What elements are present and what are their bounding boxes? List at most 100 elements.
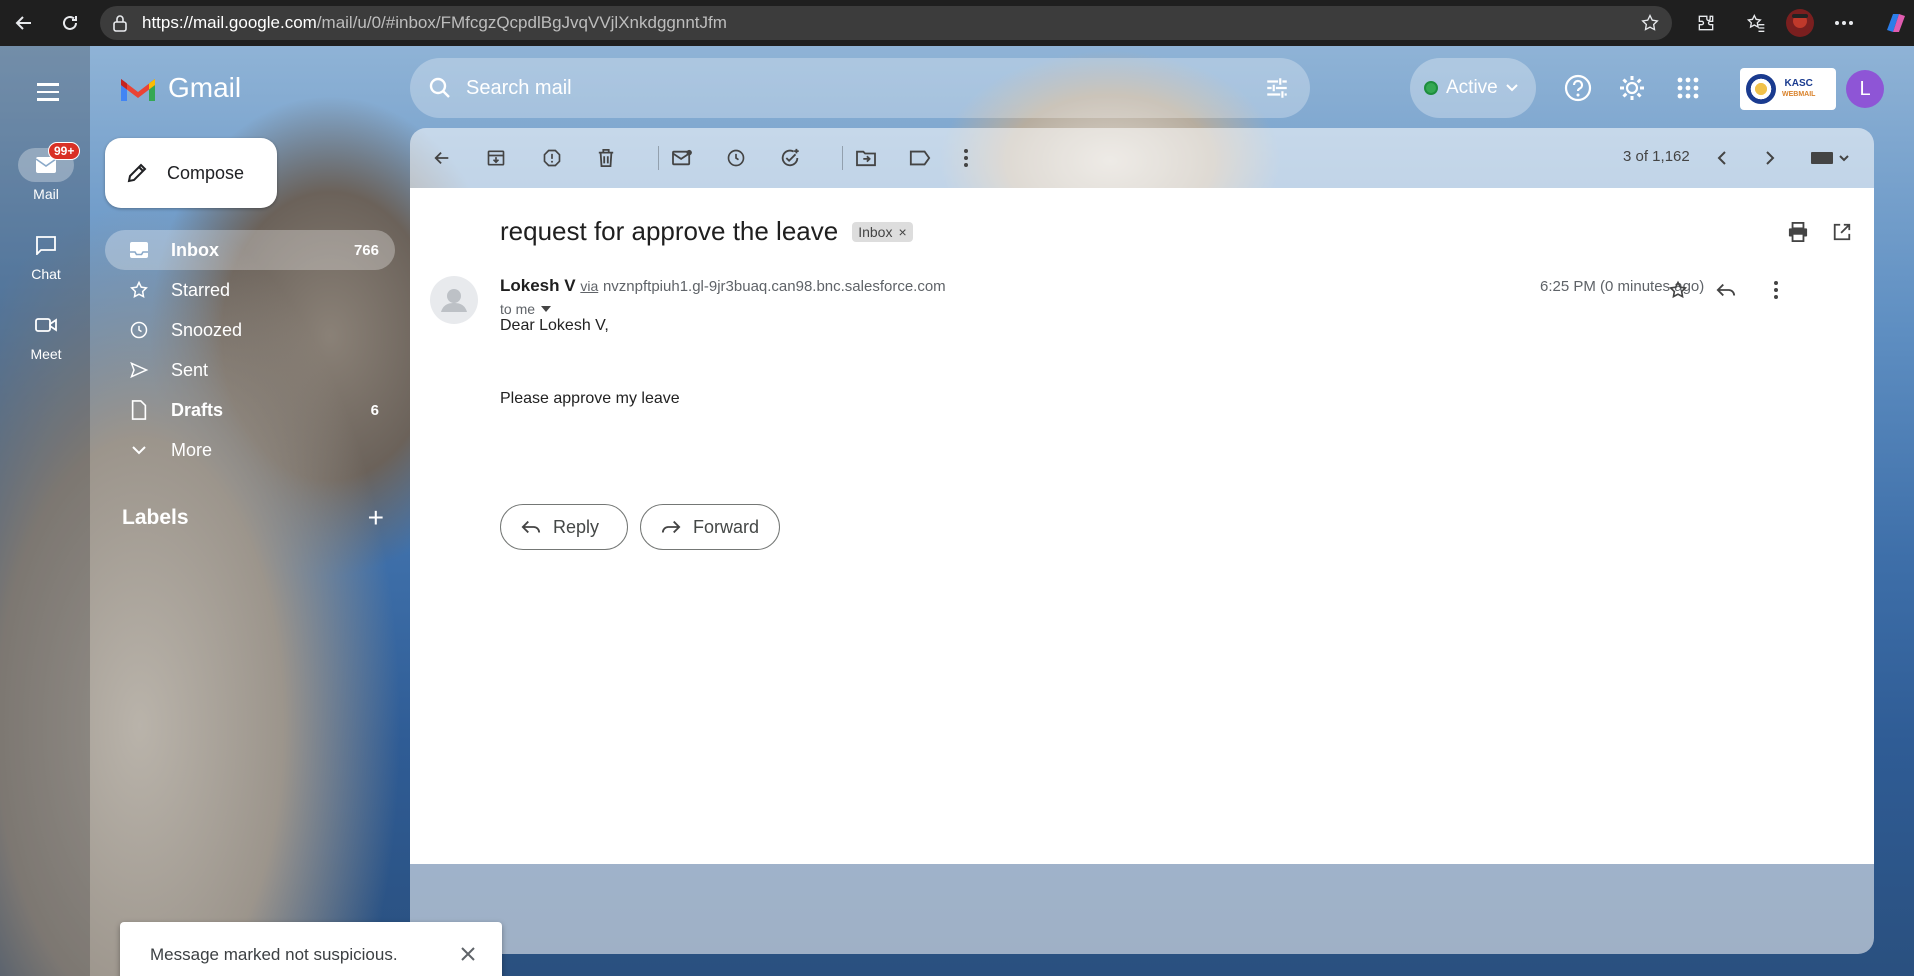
message-greeting: Dear Lokesh V, (500, 317, 609, 334)
sender-email: nvznpftpiuh1.gl-9jr3buaq.can98.bnc.sales… (602, 278, 946, 295)
nav-label-starred: Starred (171, 279, 231, 300)
help-icon[interactable] (1560, 70, 1596, 106)
rail-meet-label: Meet (30, 346, 62, 362)
organization-logo[interactable]: KASC WEBMAIL (1740, 68, 1836, 110)
search-options-icon[interactable] (1264, 75, 1290, 107)
rail-item-mail[interactable]: 99+ Mail (16, 142, 81, 202)
message-body: Please approve my leave (500, 390, 680, 407)
main-menu-icon[interactable] (30, 74, 66, 110)
nav-item-more[interactable]: More (105, 430, 395, 470)
reply-icon[interactable] (1712, 276, 1740, 304)
chat-icon (36, 236, 56, 255)
snackbar-toast: Message marked not suspicious. (120, 922, 502, 976)
compose-label: Compose (167, 162, 245, 183)
search-input[interactable] (466, 76, 1226, 100)
copilot-icon[interactable] (1880, 7, 1912, 39)
back-icon[interactable] (8, 7, 40, 39)
recipient-line[interactable]: to me (500, 301, 552, 317)
nav-label-more: More (171, 439, 213, 460)
message-pane: request for approve the leave Inbox × Lo… (410, 188, 1874, 864)
url-path: /mail/u/0/#inbox/FMfcgzQcpdlBgJvqVVjlXnk… (316, 13, 727, 32)
back-to-inbox-icon[interactable] (428, 144, 456, 172)
remove-label-icon[interactable]: × (898, 224, 906, 240)
keyboard-input-icon[interactable] (1806, 144, 1854, 172)
search-icon (429, 77, 450, 98)
person-icon (441, 289, 467, 312)
labels-title: Labels (122, 506, 189, 529)
gmail-app: Gmail 99+ Mail Chat Meet Compose Inbox 7… (0, 46, 1914, 976)
add-label-icon[interactable]: + (368, 502, 384, 534)
label-icon[interactable] (906, 144, 934, 172)
more-vert-icon[interactable] (952, 144, 980, 172)
gmail-logo[interactable]: Gmail (118, 72, 241, 104)
close-icon[interactable] (456, 942, 480, 966)
add-to-tasks-icon[interactable] (776, 144, 804, 172)
chat-pill[interactable] (18, 228, 74, 262)
app-name: Gmail (168, 72, 242, 103)
forward-button[interactable]: Forward (640, 504, 780, 550)
clock-icon (127, 318, 151, 342)
status-dot (1424, 81, 1438, 95)
meet-pill[interactable] (18, 308, 74, 342)
to-me-label: to me (500, 301, 536, 317)
video-camera-icon (35, 318, 57, 332)
rail-chat-label: Chat (31, 266, 61, 282)
chevron-down-icon (127, 438, 151, 462)
report-spam-icon[interactable] (538, 144, 566, 172)
print-icon[interactable] (1784, 218, 1812, 246)
kasc-seal-icon (1746, 74, 1776, 104)
message-view-footer (410, 864, 1874, 954)
open-in-new-window-icon[interactable] (1828, 218, 1856, 246)
nav-item-inbox[interactable]: Inbox 766 (105, 230, 395, 270)
snooze-clock-icon[interactable] (722, 144, 750, 172)
rail-item-meet[interactable]: Meet (16, 308, 76, 362)
search-bar[interactable] (410, 58, 1310, 118)
reply-button[interactable]: Reply (500, 504, 628, 550)
newer-chevron-left-icon[interactable] (1708, 144, 1736, 172)
chevron-down-icon (1506, 84, 1518, 92)
drafts-count: 6 (370, 401, 379, 419)
address-bar[interactable]: https://mail.google.com/mail/u/0/#inbox/… (100, 6, 1672, 40)
archive-icon[interactable] (482, 144, 510, 172)
nav-item-drafts[interactable]: Drafts 6 (105, 390, 395, 430)
extensions-icon[interactable] (1690, 7, 1722, 39)
sender-avatar[interactable] (430, 276, 478, 324)
details-dropdown-icon[interactable] (541, 306, 552, 312)
inbox-count: 766 (353, 241, 379, 259)
profile-avatar-icon[interactable] (1784, 7, 1816, 39)
nav-item-sent[interactable]: Sent (105, 350, 395, 390)
older-chevron-right-icon[interactable] (1756, 144, 1784, 172)
nav-item-snoozed[interactable]: Snoozed (105, 310, 395, 350)
subject-row: request for approve the leave Inbox × (500, 216, 913, 247)
delete-icon[interactable] (592, 144, 620, 172)
account-avatar[interactable]: L (1846, 70, 1884, 108)
mark-unread-icon[interactable] (668, 144, 696, 172)
folder-nav: Inbox 766 Starred Snoozed Sent Drafts 6 … (105, 230, 395, 470)
bookmark-star-icon[interactable] (1640, 13, 1660, 38)
reload-icon[interactable] (54, 7, 86, 39)
draft-icon (127, 398, 151, 422)
toast-message: Message marked not suspicious. (150, 944, 398, 964)
forward-arrow-icon (661, 520, 681, 534)
via-link[interactable]: via (580, 278, 598, 294)
browser-toolbar: https://mail.google.com/mail/u/0/#inbox/… (0, 0, 1914, 46)
inbox-label-chip[interactable]: Inbox × (852, 221, 913, 242)
mail-pill[interactable]: 99+ (18, 142, 81, 182)
nav-item-starred[interactable]: Starred (105, 270, 395, 310)
message-position: 3 of 1,162 (1623, 148, 1690, 165)
more-options-icon[interactable] (1828, 7, 1860, 39)
status-selector[interactable]: Active (1410, 58, 1536, 118)
apps-grid-icon[interactable] (1670, 70, 1706, 106)
compose-button[interactable]: Compose (105, 138, 277, 208)
rail-item-chat[interactable]: Chat (16, 228, 76, 282)
favorites-icon[interactable] (1740, 7, 1772, 39)
settings-gear-icon[interactable] (1614, 70, 1650, 106)
sender-name[interactable]: Lokesh V (500, 276, 576, 295)
star-message-icon[interactable] (1664, 276, 1692, 304)
message-view: 3 of 1,162 request for approve the leave… (410, 128, 1874, 954)
send-icon (127, 358, 151, 382)
message-more-vert-icon[interactable] (1762, 276, 1790, 304)
subject: request for approve the leave (500, 216, 839, 246)
move-to-folder-icon[interactable] (852, 144, 880, 172)
nav-label-sent: Sent (171, 359, 209, 380)
